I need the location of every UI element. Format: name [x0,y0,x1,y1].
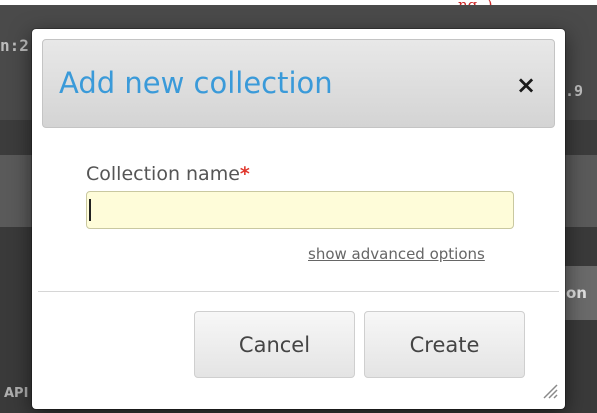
create-button[interactable]: Create [364,311,525,378]
footer-divider [38,291,559,292]
add-collection-dialog: Add new collection × Collection name* sh… [32,29,565,409]
show-advanced-options-link[interactable]: show advanced options [308,245,485,263]
required-marker: * [239,163,250,185]
background-left-text: n:2 [0,36,29,55]
cancel-button[interactable]: Cancel [194,311,355,378]
close-button[interactable]: × [511,70,541,100]
close-icon: × [515,71,537,99]
background-bottom-text: API [4,386,29,401]
dialog-header: Add new collection × [42,39,555,128]
text-caret [89,199,91,221]
collection-name-label-text: Collection name [86,163,240,185]
dialog-title: Add new collection [59,66,333,100]
background-right-text: .9 [565,82,584,100]
collection-name-input[interactable] [86,191,514,229]
resize-grip-icon[interactable] [540,381,558,399]
collection-name-label: Collection name* [86,163,250,185]
